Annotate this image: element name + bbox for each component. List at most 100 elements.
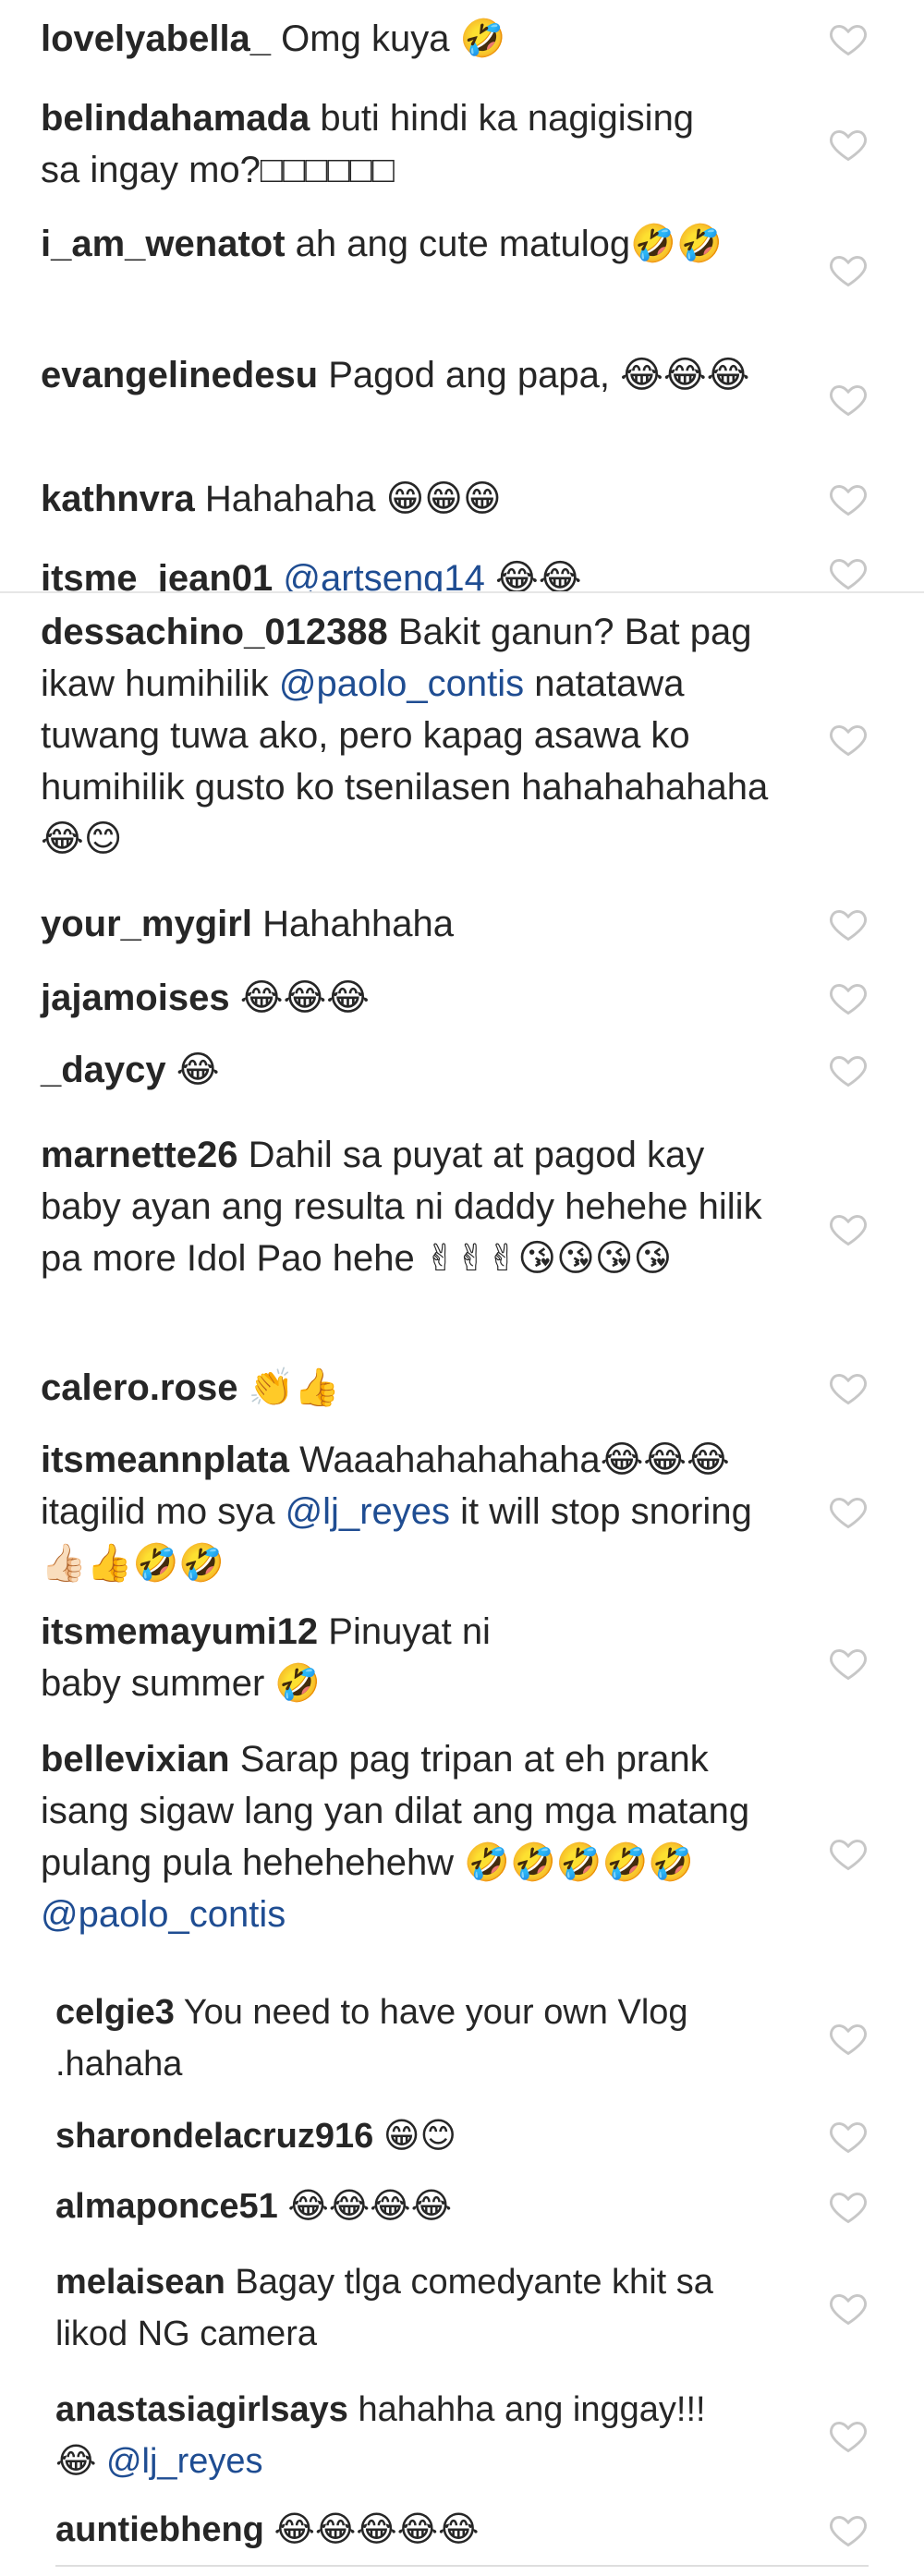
like-button[interactable]: [828, 18, 869, 59]
comment-body: Pagod ang papa, 😂😂😂: [328, 355, 750, 395]
list-bottom-divider: [55, 2565, 869, 2567]
comment-username[interactable]: itsmemayumi12: [41, 1611, 318, 1652]
like-button[interactable]: [828, 1643, 869, 1683]
comment-text: itsmemayumi12 Pinuyat ni baby summer 🤣: [41, 1606, 521, 1709]
heart-outline-icon: [828, 904, 869, 944]
comment-text: _daycy 😂: [41, 1044, 808, 1096]
comment-body: 👏👍: [248, 1367, 341, 1408]
comment-username[interactable]: melaisean: [55, 2263, 225, 2302]
like-button[interactable]: [828, 2288, 869, 2328]
comment-text: calero.rose 👏👍: [41, 1362, 808, 1414]
screenshot-divider: [0, 591, 924, 593]
comment-username[interactable]: i_am_wenatot: [41, 224, 286, 264]
like-button[interactable]: [828, 1833, 869, 1874]
comment-body: 😂😂😂😂😂: [274, 2510, 480, 2549]
comment-username[interactable]: _daycy: [41, 1050, 166, 1090]
heart-outline-icon: [828, 1367, 869, 1408]
comment-text: itsme_jean01 @artseng14 😂😂: [41, 553, 808, 591]
comment-body-after: 😂😂: [495, 558, 582, 591]
heart-outline-icon: [828, 719, 869, 759]
heart-outline-icon: [828, 2509, 869, 2550]
comment-mention[interactable]: @artseng14: [283, 558, 485, 591]
like-button[interactable]: [828, 978, 869, 1018]
comment-text: your_mygirl Hahahhaha: [41, 898, 808, 950]
comment-text: dessachino_012388 Bakit ganun? Bat pag i…: [41, 606, 808, 865]
comment-username[interactable]: sharondelacruz916: [55, 2117, 373, 2156]
comment-username[interactable]: marnette26: [41, 1135, 237, 1175]
comment-username[interactable]: auntiebheng: [55, 2510, 264, 2549]
like-button[interactable]: [828, 1367, 869, 1408]
heart-outline-icon: [828, 2415, 869, 2456]
comment-username[interactable]: belindahamada: [41, 98, 310, 139]
comment-text: evangelinedesu Pagod ang papa, 😂😂😂: [41, 349, 761, 401]
comment-text: anastasiagirlsays hahahha ang inggay!!! …: [55, 2384, 721, 2487]
comment-username[interactable]: itsme_jean01: [41, 558, 273, 591]
like-button[interactable]: [828, 124, 869, 164]
comment-text: bellevixian Sarap pag tripan at eh prank…: [41, 1733, 798, 1940]
heart-outline-icon: [828, 1209, 869, 1249]
comment-username[interactable]: bellevixian: [41, 1739, 230, 1780]
like-button[interactable]: [828, 719, 869, 759]
comment-text: i_am_wenatot ah ang cute matulog🤣🤣: [41, 218, 780, 270]
comment-username[interactable]: itsmeannplata: [41, 1440, 289, 1480]
heart-outline-icon: [828, 2018, 869, 2059]
comment-body: 😁😊: [383, 2117, 457, 2156]
heart-outline-icon: [828, 479, 869, 519]
like-button[interactable]: [828, 379, 869, 419]
comment-username[interactable]: dessachino_012388: [41, 612, 388, 652]
like-button[interactable]: [828, 904, 869, 944]
like-button[interactable]: [828, 1050, 869, 1090]
comment-body: Hahahhaha: [262, 904, 454, 944]
comment-list: lovelyabella_ Omg kuya 🤣 belindahamada b…: [0, 0, 924, 2576]
comment-mention[interactable]: @paolo_contis: [41, 1894, 286, 1935]
heart-outline-icon: [828, 1833, 869, 1874]
comment-username[interactable]: lovelyabella_: [41, 18, 271, 59]
comment-text: itsmeannplata Waaahahahahaha😂😂😂 itagilid…: [41, 1434, 780, 1589]
like-button[interactable]: [828, 553, 869, 591]
comment-text: auntiebheng 😂😂😂😂😂: [55, 2504, 822, 2556]
comment-text: celgie3 You need to have your own Vlog .…: [55, 1987, 721, 2090]
comment-body: 😂😂😂: [239, 978, 370, 1018]
heart-outline-icon: [828, 2186, 869, 2227]
like-button[interactable]: [828, 2018, 869, 2059]
comment-body: Hahahaha 😁😁😁: [204, 479, 502, 519]
heart-outline-icon: [828, 1050, 869, 1090]
like-button[interactable]: [828, 1491, 869, 1532]
heart-outline-icon: [828, 18, 869, 59]
comment-username[interactable]: your_mygirl: [41, 904, 252, 944]
heart-outline-icon: [828, 978, 869, 1018]
comment-body: 😂: [176, 1050, 220, 1090]
heart-outline-icon: [828, 379, 869, 419]
comment-text: kathnvra Hahahaha 😁😁😁: [41, 473, 808, 525]
comment-username[interactable]: celgie3: [55, 1993, 175, 2032]
like-button[interactable]: [828, 2415, 869, 2456]
comment-mention[interactable]: @paolo_contis: [279, 663, 524, 704]
heart-outline-icon: [828, 2116, 869, 2157]
comment-text: marnette26 Dahil sa puyat at pagod kay b…: [41, 1129, 780, 1284]
comment-username[interactable]: calero.rose: [41, 1367, 237, 1408]
like-button[interactable]: [828, 249, 869, 290]
comment-username[interactable]: evangelinedesu: [41, 355, 318, 395]
comment-body: Omg kuya 🤣: [281, 18, 506, 59]
heart-outline-icon: [828, 553, 869, 591]
comment-mention[interactable]: @lj_reyes: [106, 2442, 263, 2481]
heart-outline-icon: [828, 1643, 869, 1683]
comment-username[interactable]: anastasiagirlsays: [55, 2390, 348, 2429]
comment-body: ah ang cute matulog🤣🤣: [295, 224, 723, 264]
comment-text: sharondelacruz916 😁😊: [55, 2110, 822, 2162]
heart-outline-icon: [828, 249, 869, 290]
comment-mention[interactable]: @lj_reyes: [286, 1491, 450, 1532]
comment-text: melaisean Bagay tlga comedyante khit sa …: [55, 2256, 795, 2360]
comment-text: belindahamada buti hindi ka nagigising s…: [41, 92, 706, 196]
like-button[interactable]: [828, 1209, 869, 1249]
like-button[interactable]: [828, 2116, 869, 2157]
heart-outline-icon: [828, 124, 869, 164]
like-button[interactable]: [828, 2186, 869, 2227]
comment-username[interactable]: kathnvra: [41, 479, 195, 519]
comment-text: lovelyabella_ Omg kuya 🤣: [41, 13, 808, 65]
comment-username[interactable]: jajamoises: [41, 978, 230, 1018]
like-button[interactable]: [828, 479, 869, 519]
like-button[interactable]: [828, 2509, 869, 2550]
comment-text: almaponce51 😂😂😂😂: [55, 2181, 822, 2232]
comment-username[interactable]: almaponce51: [55, 2187, 278, 2226]
